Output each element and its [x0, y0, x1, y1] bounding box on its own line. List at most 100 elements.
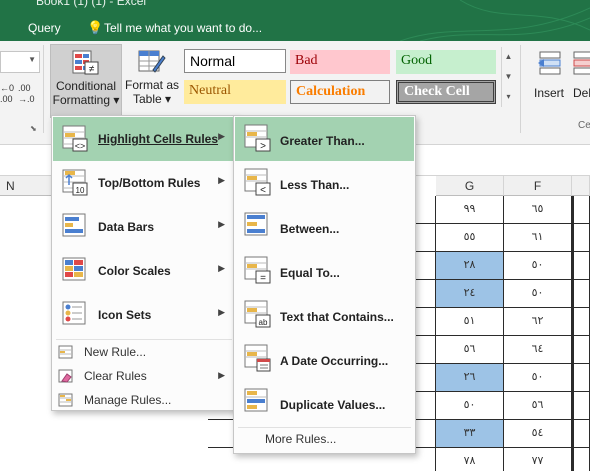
tell-me-search[interactable]: Tell me what you want to do...	[104, 21, 262, 35]
menu-item-manage-rules[interactable]: Manage Rules...	[53, 388, 235, 412]
grid-cell[interactable]	[572, 224, 590, 252]
grid-cell-g[interactable]: ٢٤	[436, 280, 504, 308]
style-neutral[interactable]: Neutral	[184, 80, 286, 104]
submenu-item-less-than[interactable]: < Less Than...	[235, 161, 414, 205]
menu-item-label: Highlight Cells Rules	[98, 132, 219, 146]
style-normal[interactable]: Normal	[184, 49, 286, 73]
submenu-item-greater-than[interactable]: > Greater Than...	[235, 117, 414, 161]
grid-cell-g[interactable]: ٢٨	[436, 252, 504, 280]
insert-button[interactable]: Insert	[530, 44, 570, 118]
grid-cell[interactable]	[572, 448, 590, 471]
grid-cell-g[interactable]: ٢٦	[436, 364, 504, 392]
column-header-f[interactable]: F	[504, 176, 572, 196]
grid-cell[interactable]	[572, 280, 590, 308]
submenu-item-between[interactable]: Between...	[235, 205, 414, 249]
menu-item-label: Manage Rules...	[84, 393, 172, 407]
column-header-g[interactable]: G	[436, 176, 504, 196]
grid-cell-f[interactable]: ٥٠	[504, 252, 572, 280]
column-header-blank[interactable]	[572, 176, 590, 196]
menu-item-label: Icon Sets	[98, 308, 152, 322]
conditional-formatting-label-1: Conditional	[55, 79, 117, 93]
submenu-item-duplicate-values[interactable]: Duplicate Values...	[235, 381, 414, 425]
submenu-item-label: Greater Than...	[280, 134, 365, 148]
increase-decimal-icon[interactable]: ←0.00	[0, 83, 14, 105]
icon-sets-icon	[62, 301, 86, 325]
data-bars-icon	[62, 213, 86, 237]
submenu-item-more-rules[interactable]: More Rules...	[265, 432, 336, 446]
menu-item-new-rule[interactable]: New Rule...	[53, 340, 235, 364]
grid-cell[interactable]	[572, 308, 590, 336]
grid-cell-g[interactable]: ٥٦	[436, 336, 504, 364]
grid-cell-f[interactable]: ٥٦	[504, 392, 572, 420]
grid-cell-g[interactable]: ٥٠	[436, 392, 504, 420]
top-bottom-badge: 10	[76, 186, 85, 195]
window-title: Book1 (1) (1) - Excel	[36, 0, 147, 8]
delete-button[interactable]: Dele	[570, 44, 590, 118]
scroll-down-icon[interactable]: ▼	[502, 67, 515, 87]
style-bad[interactable]: Bad	[290, 50, 390, 74]
menu-item-clear-rules[interactable]: Clear Rules ▶	[53, 364, 235, 388]
decrease-decimal-icon[interactable]: .00 →.0	[18, 83, 35, 105]
grid-cell[interactable]	[572, 364, 590, 392]
style-check-cell[interactable]: Check Cell	[396, 80, 496, 104]
menu-item-highlight-cells-rules[interactable]: <> Highlight Cells Rules ▶	[53, 117, 235, 161]
dialog-launcher-icon[interactable]: ⬊	[30, 124, 37, 133]
grid-cell[interactable]	[572, 252, 590, 280]
column-header-label: F	[533, 179, 542, 193]
grid-cell-f[interactable]: ٥٤	[504, 420, 572, 448]
top-bottom-icon: 10	[62, 169, 88, 196]
scroll-up-icon[interactable]: ▲	[502, 47, 515, 67]
submenu-item-date-occurring[interactable]: A Date Occurring...	[235, 337, 414, 381]
style-good[interactable]: Good	[396, 50, 496, 74]
duplicate-values-icon	[244, 388, 268, 412]
grid-cell-g[interactable]: ٥٥	[436, 224, 504, 252]
greater-than-icon: >	[244, 124, 271, 152]
column-header-n[interactable]: N	[0, 176, 52, 196]
grid-cell-g[interactable]: ٧٨	[436, 448, 504, 471]
grid-cell[interactable]	[572, 392, 590, 420]
grid-cell[interactable]	[572, 336, 590, 364]
chevron-right-icon: ▶	[218, 175, 225, 185]
grid-cell-f[interactable]: ٦٤	[504, 336, 572, 364]
grid-cell[interactable]	[572, 420, 590, 448]
equal-to-icon: =	[244, 256, 271, 284]
grid-cell-f[interactable]: ٦٥	[504, 196, 572, 224]
number-format-select[interactable]: ▼	[0, 51, 40, 73]
submenu-item-text-contains[interactable]: ab Text that Contains...	[235, 293, 414, 337]
conditional-formatting-button[interactable]: ≠ Conditional Formatting ▾	[50, 44, 122, 118]
gallery-expand-icon[interactable]: ▾	[502, 87, 515, 107]
grid-cell-f[interactable]: ٧٧	[504, 448, 572, 471]
grid-cell-f[interactable]: ٥٠	[504, 364, 572, 392]
title-bar: Book1 (1) (1) - Excel Query 💡 Tell me wh…	[0, 0, 590, 41]
grid-cell-f[interactable]: ٥٠	[504, 280, 572, 308]
grid-cell-g[interactable]: ٣٣	[436, 420, 504, 448]
lightbulb-icon: 💡	[87, 20, 104, 35]
group-divider	[43, 45, 44, 133]
grid-cell-f[interactable]: ٦١	[504, 224, 572, 252]
delete-cells-icon	[573, 51, 590, 75]
menu-item-icon-sets[interactable]: Icon Sets ▶	[53, 293, 235, 337]
grid-cell-g[interactable]: ٩٩	[436, 196, 504, 224]
submenu-item-label: Less Than...	[280, 178, 350, 192]
style-calculation[interactable]: Calculation	[290, 80, 390, 104]
chevron-right-icon: ▶	[218, 307, 225, 317]
menu-item-label: Clear Rules	[84, 369, 147, 383]
query-tab[interactable]: Query	[28, 21, 61, 35]
menu-item-top-bottom-rules[interactable]: 10 Top/Bottom Rules ▶	[53, 161, 235, 205]
grid-cell-f[interactable]: ٦٢	[504, 308, 572, 336]
menu-item-label: New Rule...	[84, 345, 147, 359]
format-as-table-icon	[137, 48, 167, 76]
date-occurring-icon	[244, 344, 271, 372]
cells-group-label: Ce	[578, 120, 590, 131]
format-as-table-label-1: Format as	[124, 78, 179, 92]
menu-item-color-scales[interactable]: Color Scales ▶	[53, 249, 235, 293]
menu-item-data-bars[interactable]: Data Bars ▶	[53, 205, 235, 249]
grid-cell[interactable]	[572, 196, 590, 224]
menu-item-label: Color Scales	[98, 264, 171, 278]
submenu-item-equal-to[interactable]: = Equal To...	[235, 249, 414, 293]
highlight-cells-submenu: > Greater Than... < Less Than... Between…	[233, 115, 416, 454]
conditional-formatting-label-2: Formatting ▾	[52, 93, 120, 107]
styles-gallery-scroll[interactable]: ▲ ▼ ▾	[501, 47, 515, 107]
grid-cell-g[interactable]: ٥١	[436, 308, 504, 336]
format-as-table-button[interactable]: Format as Table ▾	[124, 44, 180, 118]
